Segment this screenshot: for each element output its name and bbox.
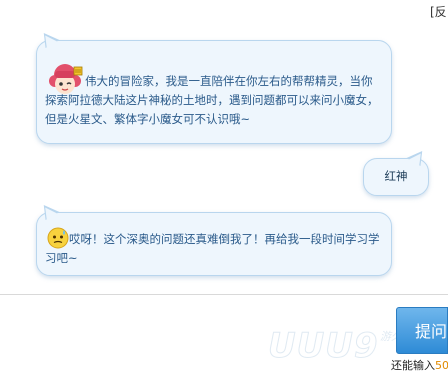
user-message-text: 红神 xyxy=(384,169,408,183)
watermark-text: UUU9 xyxy=(267,326,379,367)
remaining-prefix: 还能输入 xyxy=(391,359,435,372)
bot-message-text: 哎呀！这个深奥的问题还真难倒我了！再给我一段时间学习学习吧~ xyxy=(45,232,380,265)
bot-message-text: 伟大的冒险家，我是一直陪伴在你左右的帮帮精灵，当你探索阿拉德大陆这片神秘的土地时… xyxy=(45,74,379,126)
user-message-bubble: 红神 xyxy=(363,158,429,196)
remaining-count: 50 xyxy=(435,359,448,372)
bot-message-bubble: 伟大的冒险家，我是一直陪伴在你左右的帮帮精灵，当你探索阿拉德大陆这片神秘的土地时… xyxy=(36,40,392,144)
feedback-link[interactable]: [反 xyxy=(430,3,448,20)
remaining-chars: 还能输入50 xyxy=(391,357,448,373)
bot-message-bubble: 哎呀！这个深奥的问题还真难倒我了！再给我一段时间学习学习吧~ xyxy=(36,212,392,276)
top-strip: [反 xyxy=(0,0,448,22)
ask-button[interactable]: 提问 xyxy=(396,307,448,354)
